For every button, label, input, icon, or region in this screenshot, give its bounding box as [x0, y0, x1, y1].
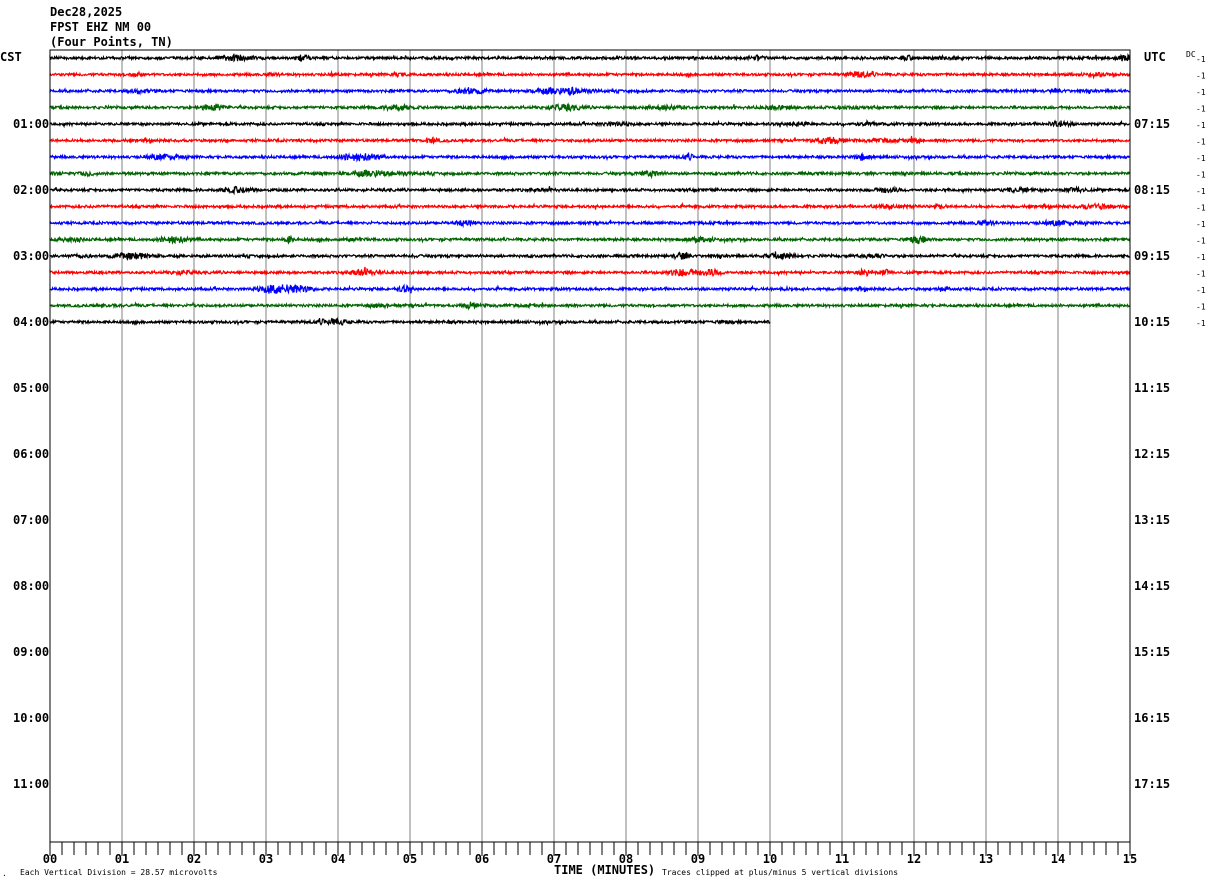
utc-hour-label: 10:15 [1134, 315, 1170, 329]
seismic-trace [49, 251, 1131, 261]
cst-hour-label: 03:00 [13, 249, 49, 263]
x-tick-label: 12 [907, 852, 921, 866]
utc-hour-label: 17:15 [1134, 777, 1170, 791]
dc-offset-label: -1 [1196, 154, 1206, 163]
cst-hour-label: 11:00 [13, 777, 49, 791]
seismic-trace [49, 283, 1131, 295]
cst-hour-label: 06:00 [13, 447, 49, 461]
x-tick-label: 02 [187, 852, 201, 866]
seismic-trace [49, 201, 1131, 211]
dc-offset-label: -1 [1196, 121, 1206, 130]
seismic-trace [49, 86, 1131, 97]
seismic-trace [49, 169, 1131, 180]
x-axis-title: TIME (MINUTES) [554, 863, 655, 877]
seismic-trace [49, 185, 1131, 196]
seismic-trace [49, 218, 1131, 229]
station-label: FPST EHZ NM 00 [50, 20, 151, 34]
cst-hour-label: 08:00 [13, 579, 49, 593]
seismic-trace [49, 69, 1131, 80]
seismic-trace [49, 135, 1131, 145]
grid-lines [49, 50, 1131, 856]
corner-mark: · [2, 871, 7, 880]
seismic-trace [49, 234, 1131, 245]
dc-offset-label: -1 [1196, 171, 1206, 180]
seismic-trace [49, 151, 1131, 163]
axis-labels: 00 01 02 03 04 05 06 07 08 09 10 11 12 13 14 1501:0002:… [13, 55, 1206, 866]
utc-hour-label: 12:15 [1134, 447, 1170, 461]
utc-hour-label: 11:15 [1134, 381, 1170, 395]
x-tick-label: 10 [763, 852, 777, 866]
dc-offset-label: -1 [1196, 270, 1206, 279]
utc-hour-label: 08:15 [1134, 183, 1170, 197]
utc-hour-label: 15:15 [1134, 645, 1170, 659]
seismic-trace [49, 266, 1131, 278]
utc-hour-label: 13:15 [1134, 513, 1170, 527]
cst-hour-label: 10:00 [13, 711, 49, 725]
dc-offset-label: -1 [1196, 204, 1206, 213]
utc-hour-label: 07:15 [1134, 117, 1170, 131]
cst-hour-label: 02:00 [13, 183, 49, 197]
utc-label: UTC [1144, 50, 1166, 64]
cst-label: CST [0, 50, 22, 64]
traces [49, 52, 1131, 327]
utc-hour-label: 16:15 [1134, 711, 1170, 725]
dc-offset-label: -1 [1196, 237, 1206, 246]
cst-hour-label: 04:00 [13, 315, 49, 329]
seismic-trace [49, 301, 1131, 311]
dc-offset-label: -1 [1196, 319, 1206, 328]
dc-offset-label: -1 [1196, 105, 1206, 114]
x-tick-label: 06 [475, 852, 489, 866]
dc-offset-label: -1 [1196, 72, 1206, 81]
dc-offset-label: -1 [1196, 286, 1206, 295]
clip-note: Traces clipped at plus/minus 5 vertical … [662, 868, 898, 877]
cst-hour-label: 05:00 [13, 381, 49, 395]
x-tick-label: 04 [331, 852, 345, 866]
seismic-trace [49, 102, 1131, 113]
seismic-trace [49, 118, 1131, 129]
x-tick-label: 15 [1123, 852, 1137, 866]
utc-hour-label: 09:15 [1134, 249, 1170, 263]
scale-note: Each Vertical Division = 28.57 microvolt… [20, 868, 218, 877]
dc-offset-label: -1 [1196, 220, 1206, 229]
x-tick-label: 11 [835, 852, 849, 866]
dc-offset-label: -1 [1196, 88, 1206, 97]
dc-label: DC [1186, 50, 1196, 59]
cst-hour-label: 01:00 [13, 117, 49, 131]
x-tick-label: 05 [403, 852, 417, 866]
dc-offset-label: -1 [1196, 303, 1206, 312]
cst-hour-label: 07:00 [13, 513, 49, 527]
x-tick-label: 14 [1051, 852, 1065, 866]
x-tick-label: 00 [43, 852, 57, 866]
dc-offset-label: -1 [1196, 55, 1206, 64]
location-label: (Four Points, TN) [50, 35, 173, 49]
date-label: Dec28,2025 [50, 5, 122, 19]
utc-hour-label: 14:15 [1134, 579, 1170, 593]
seismic-trace [49, 52, 1131, 63]
x-tick-label: 13 [979, 852, 993, 866]
dc-offset-label: -1 [1196, 253, 1206, 262]
x-tick-label: 03 [259, 852, 273, 866]
helicorder-chart: Dec28,2025 FPST EHZ NM 00 (Four Points, … [0, 5, 1206, 880]
cst-hour-label: 09:00 [13, 645, 49, 659]
plot-frame [49, 49, 1131, 843]
x-tick-label: 01 [115, 852, 129, 866]
dc-offset-label: -1 [1196, 138, 1206, 147]
x-tick-label: 09 [691, 852, 705, 866]
dc-offset-label: -1 [1196, 187, 1206, 196]
